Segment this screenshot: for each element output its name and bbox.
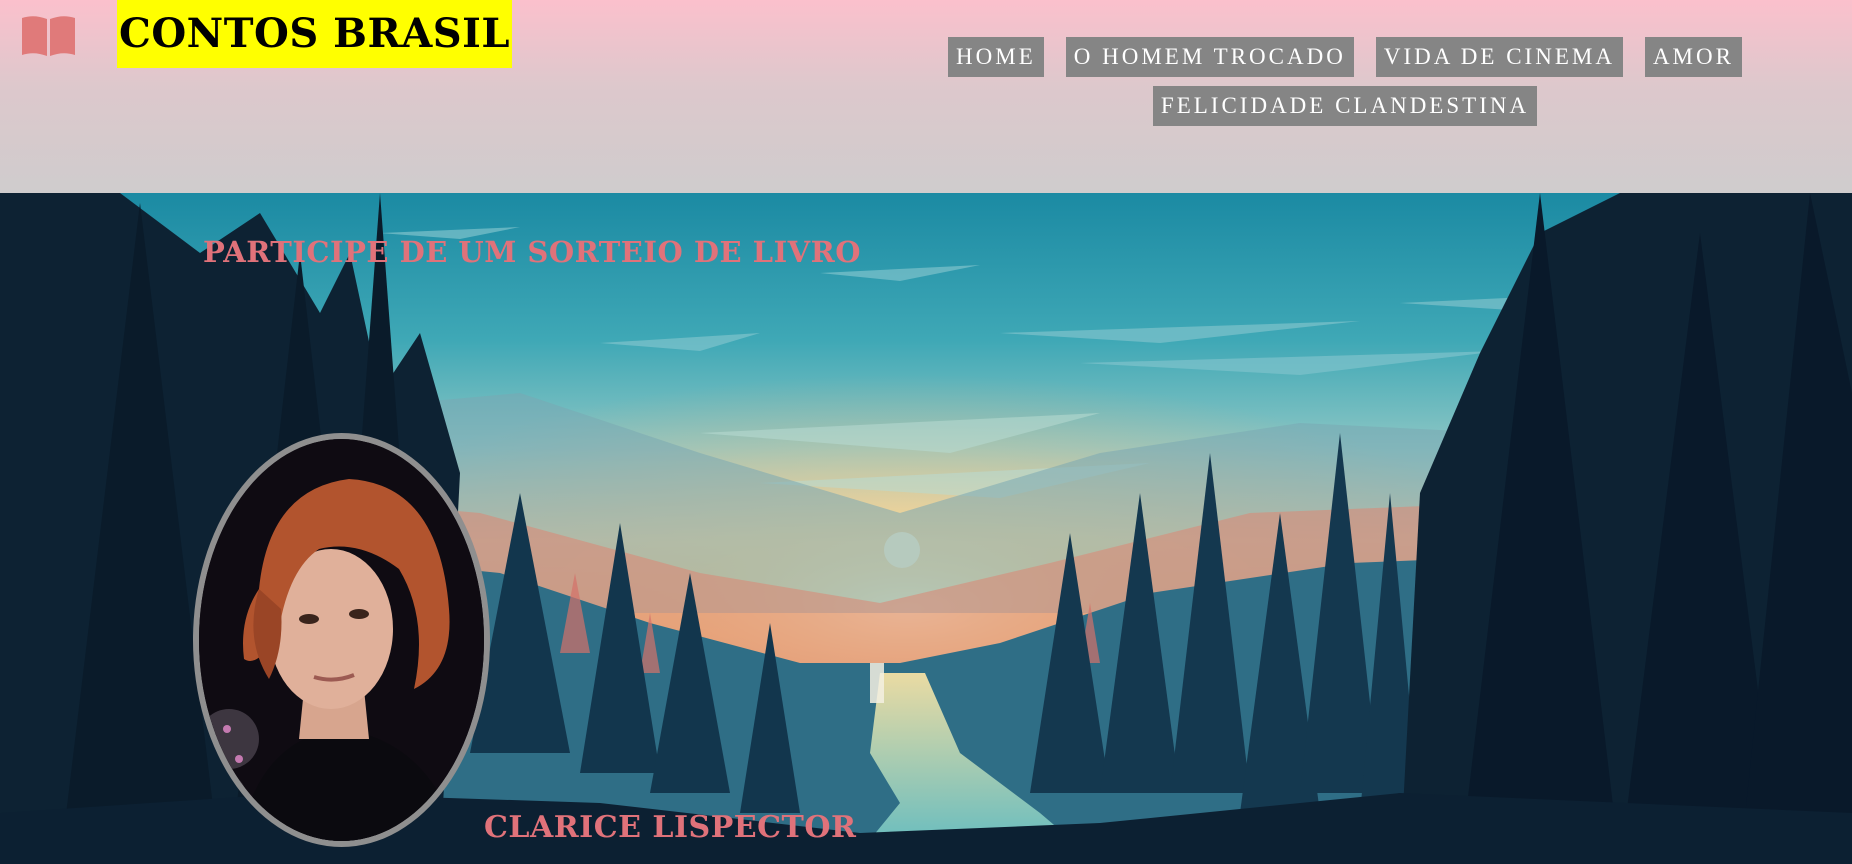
nav-item-o-homem-trocado[interactable]: O HOMEM TROCADO bbox=[1065, 37, 1354, 77]
giveaway-heading[interactable]: PARTICIPE DE UM SORTEIO DE LIVRO bbox=[203, 235, 861, 269]
open-book-icon[interactable] bbox=[20, 14, 77, 58]
nav-item-vida-de-cinema[interactable]: VIDA DE CINEMA bbox=[1375, 37, 1623, 77]
nav-item-home[interactable]: HOME bbox=[948, 37, 1044, 77]
author-portrait-image bbox=[199, 439, 484, 841]
hero-section: PARTICIPE DE UM SORTEIO DE LIVRO CLARICE… bbox=[0, 193, 1852, 864]
main-nav: HOME O HOMEM TROCADO VIDA DE CINEMA AMOR… bbox=[880, 37, 1810, 126]
nav-item-felicidade-clandestina[interactable]: FELICIDADE CLANDESTINA bbox=[1152, 86, 1538, 126]
author-name: CLARICE LISPECTOR bbox=[484, 810, 857, 845]
author-portrait bbox=[193, 433, 490, 847]
brand-title[interactable]: CONTOS BRASIL bbox=[117, 0, 512, 68]
site-header: CONTOS BRASIL HOME O HOMEM TROCADO VIDA … bbox=[0, 0, 1852, 193]
nav-item-amor[interactable]: AMOR bbox=[1644, 37, 1742, 77]
